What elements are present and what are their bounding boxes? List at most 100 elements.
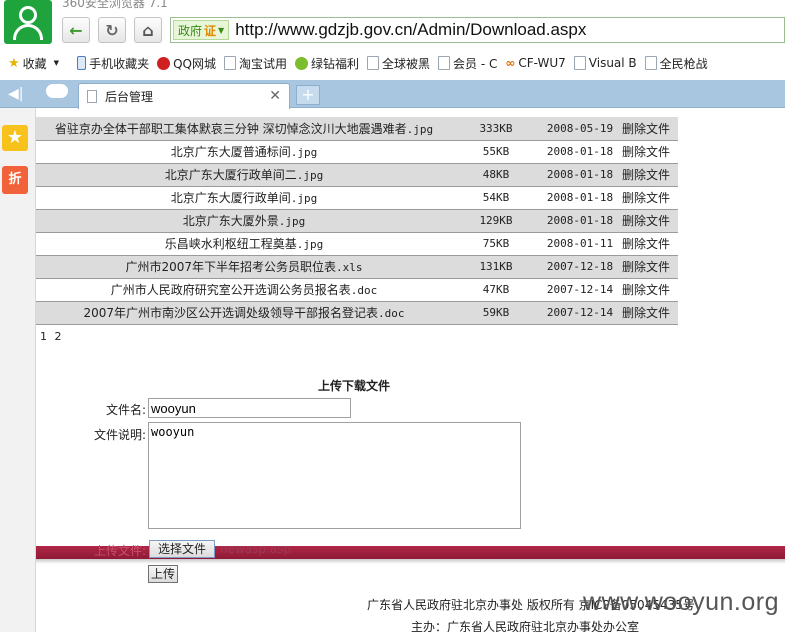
filename-input[interactable] xyxy=(148,398,351,418)
bookmarks-bar: ★ 收藏 ▼ 手机收藏夹 QQ网城 淘宝试用 绿钻福利 全球被黑 会员 - C ∞ C… xyxy=(0,50,785,76)
browser-logo-icon[interactable] xyxy=(4,0,52,44)
bookmark-item[interactable]: 淘宝试用 xyxy=(223,55,287,72)
file-row: 广州市2007年下半年招考公务员职位表.xls 131KB 2007-12-18 删除… xyxy=(36,255,678,279)
pagination[interactable]: 1 2 xyxy=(40,330,64,343)
file-row: 北京广东大厦行政单间.jpg 54KB 2008-01-18 删除文件 xyxy=(36,186,678,210)
description-textarea[interactable]: wooyun xyxy=(148,422,521,529)
bookmark-item[interactable]: 全民枪战 xyxy=(644,55,708,72)
file-date-cell: 2008-01-11 xyxy=(540,232,620,256)
delete-file-link[interactable]: 删除文件 xyxy=(620,255,678,279)
url-text[interactable]: http://www.gdzjb.gov.cn/Admin/Download.a… xyxy=(235,20,586,40)
file-size-cell: 333KB xyxy=(452,117,540,141)
file-date-cell: 2007-12-18 xyxy=(540,255,620,279)
window-title: 360安全浏览器 7.1 xyxy=(62,0,168,10)
page-icon xyxy=(438,56,451,70)
home-icon[interactable]: ⌂ xyxy=(134,17,162,43)
file-row: 乐昌峡水利枢纽工程奠基.jpg 75KB 2008-01-11 删除文件 xyxy=(36,232,678,256)
upload-file-label: 上传文件: xyxy=(93,544,146,558)
chevron-down-icon: ▼ xyxy=(218,25,225,35)
file-size-cell: 48KB xyxy=(452,163,540,187)
file-date-cell: 2008-01-18 xyxy=(540,140,620,164)
address-bar[interactable]: 政府 证 ▼ http://www.gdzjb.gov.cn/Admin/Dow… xyxy=(170,17,785,43)
file-size-cell: 55KB xyxy=(452,140,540,164)
file-size-cell: 75KB xyxy=(452,232,540,256)
file-date-cell: 2008-05-19 xyxy=(540,117,620,141)
upload-title: 上传下载文件 xyxy=(318,379,391,393)
file-name-cell[interactable]: 广州市2007年下半年招考公务员职位表.xls xyxy=(36,255,452,279)
file-row: 北京广东大厦行政单间二.jpg 48KB 2008-01-18 删除文件 xyxy=(36,163,678,187)
delete-file-link[interactable]: 删除文件 xyxy=(620,163,678,187)
cf-icon: ∞ xyxy=(505,56,516,70)
bookmark-item[interactable]: 全球被黑 xyxy=(367,55,430,72)
qq-icon xyxy=(157,56,171,70)
tab-bar: ◀| 后台管理 ✕ + xyxy=(0,80,785,109)
back-arrow-icon[interactable]: ← xyxy=(62,17,90,43)
file-date-cell: 2008-01-18 xyxy=(540,163,620,187)
delete-file-link[interactable]: 删除文件 xyxy=(620,209,678,233)
file-date-cell: 2008-01-18 xyxy=(540,186,620,210)
choose-file-button[interactable]: 选择文件 xyxy=(149,540,215,558)
page-icon xyxy=(367,56,380,70)
new-tab-button[interactable]: + xyxy=(296,85,320,105)
bookmark-item[interactable]: 绿钻福利 xyxy=(295,55,359,72)
delete-file-link[interactable]: 删除文件 xyxy=(620,278,678,302)
certificate-icon: 证 xyxy=(204,23,217,38)
file-name-cell[interactable]: 北京广东大厦普通标间.jpg xyxy=(36,140,452,164)
discount-icon[interactable]: 折 xyxy=(2,166,28,194)
refresh-icon[interactable]: ↻ xyxy=(98,17,126,43)
file-size-cell: 129KB xyxy=(452,209,540,233)
file-date-cell: 2008-01-18 xyxy=(540,209,620,233)
bookmark-item[interactable]: ∞ CF-WU7 xyxy=(505,56,565,70)
bookmark-item[interactable]: QQ网城 xyxy=(157,55,216,72)
page-icon xyxy=(573,56,586,70)
file-size-cell: 47KB xyxy=(452,278,540,302)
file-name-cell[interactable]: 广州市人民政府研究室公开选调公务员报名表.doc xyxy=(36,278,452,302)
file-date-cell: 2007-12-14 xyxy=(540,301,620,325)
watermark: www.wooyun.org xyxy=(583,588,779,616)
file-date-cell: 2007-12-14 xyxy=(540,278,620,302)
navigation-bar: ← ↻ ⌂ 政府 证 ▼ http://www.gdzjb.gov.cn/Adm… xyxy=(58,14,785,48)
gov-site-badge[interactable]: 政府 证 ▼ xyxy=(173,20,230,40)
file-row: 省驻京办全体干部职工集体默哀三分钟 深切悼念汶川大地震遇难者.jpg 333KB 2… xyxy=(36,117,678,141)
description-label: 文件说明: xyxy=(93,428,146,442)
page-icon xyxy=(644,56,657,70)
favorites-star-icon[interactable]: ★ xyxy=(2,125,28,151)
file-name-cell[interactable]: 乐昌峡水利枢纽工程奠基.jpg xyxy=(36,232,452,256)
phone-icon xyxy=(77,56,87,70)
delete-file-link[interactable]: 删除文件 xyxy=(620,301,678,325)
chevron-down-icon: ▼ xyxy=(53,59,60,67)
delete-file-link[interactable]: 删除文件 xyxy=(620,140,678,164)
green-diamond-icon xyxy=(295,56,308,70)
bookmark-item[interactable]: 会员 - C xyxy=(438,55,497,72)
sidebar-toggle-icon[interactable]: ◀| xyxy=(8,86,23,102)
file-size-cell: 59KB xyxy=(452,301,540,325)
delete-file-link[interactable]: 删除文件 xyxy=(620,232,678,256)
bookmark-favorites[interactable]: ★ 收藏 ▼ xyxy=(8,55,59,72)
file-table: 省驻京办全体干部职工集体默哀三分钟 深切悼念汶川大地震遇难者.jpg 333KB 2… xyxy=(36,117,678,325)
file-name-cell[interactable]: 北京广东大厦行政单间二.jpg xyxy=(36,163,452,187)
left-sidebar: ★ 折 xyxy=(0,108,36,632)
file-row: 广州市人民政府研究室公开选调公务员报名表.doc 47KB 2007-12-14 删除… xyxy=(36,278,678,302)
file-name-cell[interactable]: 2007年广州市南沙区公开选调处级领导干部报名登记表.doc xyxy=(36,301,452,325)
banner-shadow xyxy=(36,559,785,564)
chosen-file-name: newasp.asp xyxy=(220,542,292,556)
cloud-icon[interactable] xyxy=(46,84,68,98)
tab-admin[interactable]: 后台管理 ✕ xyxy=(78,83,290,109)
bookmark-item[interactable]: Visual B xyxy=(573,56,637,70)
file-name-cell[interactable]: 北京广东大厦行政单间.jpg xyxy=(36,186,452,210)
file-size-cell: 131KB xyxy=(452,255,540,279)
file-name-cell[interactable]: 北京广东大厦外景.jpg xyxy=(36,209,452,233)
upload-button[interactable]: 上传 xyxy=(148,565,178,583)
close-icon[interactable]: ✕ xyxy=(269,88,281,104)
bookmark-item[interactable]: 手机收藏夹 xyxy=(77,55,149,72)
page-icon xyxy=(223,56,236,70)
footer-organizer: 主办：广东省人民政府驻北京办事处办公室 xyxy=(411,620,640,632)
page-icon xyxy=(87,90,97,103)
filename-label: 文件名: xyxy=(105,403,146,417)
file-name-cell[interactable]: 省驻京办全体干部职工集体默哀三分钟 深切悼念汶川大地震遇难者.jpg xyxy=(36,117,452,141)
delete-file-link[interactable]: 删除文件 xyxy=(620,117,678,141)
file-size-cell: 54KB xyxy=(452,186,540,210)
delete-file-link[interactable]: 删除文件 xyxy=(620,186,678,210)
file-row: 2007年广州市南沙区公开选调处级领导干部报名登记表.doc 59KB 2007-1… xyxy=(36,301,678,325)
file-row: 北京广东大厦外景.jpg 129KB 2008-01-18 删除文件 xyxy=(36,209,678,233)
